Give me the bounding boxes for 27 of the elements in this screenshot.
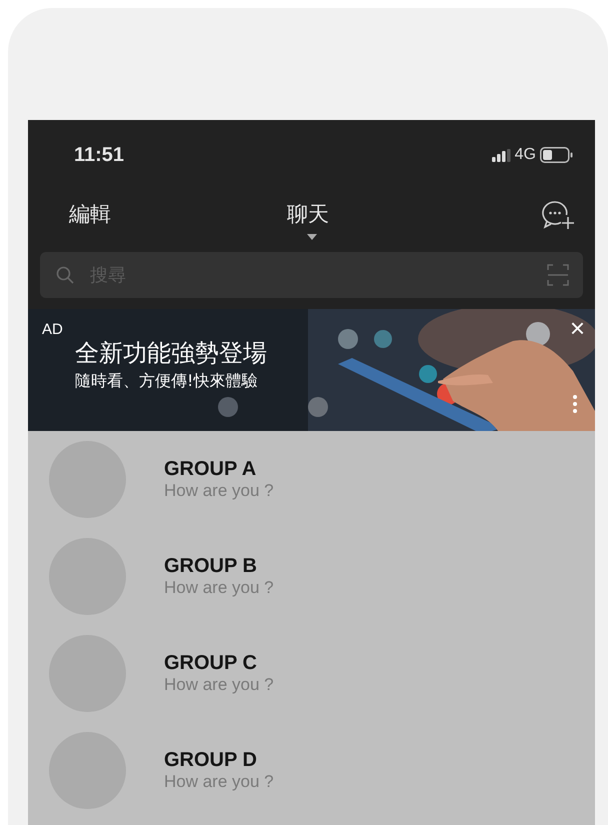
ad-headline: 全新功能強勢登場 [75,338,267,369]
chat-row[interactable]: GROUP D How are you ? [28,722,595,819]
more-icon[interactable] [573,395,577,413]
close-button[interactable]: × [566,315,589,341]
chat-name: GROUP D [164,749,258,772]
chat-name: GROUP A [164,458,258,481]
ad-label: AD [42,321,63,338]
chat-row[interactable]: GROUP C How are you ? [28,625,595,722]
caret-icon [307,234,317,240]
chat-preview: How are you ? [164,675,274,695]
chat-preview: How are you ? [164,481,274,501]
edit-button[interactable]: 編輯 [69,200,111,228]
chat-row[interactable]: GROUP B How are you ? [28,528,595,625]
chat-title-dropdown[interactable]: 聊天 [287,200,329,228]
new-chat-icon[interactable] [541,200,575,230]
chat-row[interactable]: GROUP A How are you ? [28,431,595,528]
chat-preview: How are you ? [164,578,274,598]
chat-preview: How are you ? [164,772,274,792]
chat-name: GROUP B [164,555,258,578]
search-icon [56,266,74,284]
battery-icon [540,147,573,163]
status-time: 11:51 [74,144,124,166]
signal-icon [492,148,511,162]
chat-name: GROUP C [164,652,258,675]
network-label: 4G [514,146,536,164]
ad-subline: 隨時看、方便傳!快來體驗 [75,371,258,392]
scan-icon[interactable] [547,264,569,286]
